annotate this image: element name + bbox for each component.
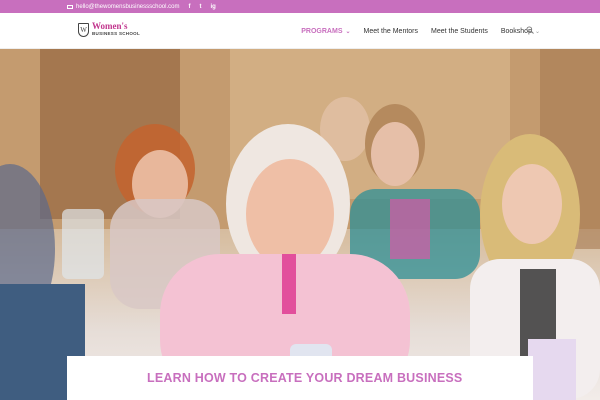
chevron-down-icon: ⌄ [345,28,351,35]
nav-item-meet-the-mentors[interactable]: Meet the Mentors [364,28,418,35]
search-icon[interactable] [526,26,534,34]
instagram-icon[interactable]: ig [210,4,215,10]
nav-item-bookshop[interactable]: Bookshop ⌄ [501,28,540,35]
mail-icon [67,4,73,9]
logo-subtitle: BUSINESS SCHOOL [92,31,141,36]
twitter-icon[interactable]: t [199,4,201,10]
logo-name: Women's [92,21,128,31]
hero-photo [0,49,600,400]
facebook-icon[interactable]: f [188,4,190,10]
contact-email[interactable]: hello@thewomensbusinessschool.com [76,4,179,10]
site-logo[interactable]: W Women's BUSINESS SCHOOL [78,21,141,37]
hero-banner: LEARN HOW TO CREATE YOUR DREAM BUSINESS [0,49,600,400]
hero-cta-text: LEARN HOW TO CREATE YOUR DREAM BUSINESS [147,371,463,385]
hero-cta-box[interactable]: LEARN HOW TO CREATE YOUR DREAM BUSINESS [67,356,533,400]
nav-item-programs[interactable]: PROGRAMS ⌄ [301,28,350,35]
logo-shield-icon: W [78,23,89,37]
chevron-down-icon: ⌄ [534,28,540,35]
top-bar: hello@thewomensbusinessschool.com f t ig [0,0,600,13]
site-header: W Women's BUSINESS SCHOOL PROGRAMS ⌄ Meet… [0,13,600,49]
main-nav: PROGRAMS ⌄ Meet the Mentors Meet the Stud… [288,13,540,49]
nav-item-meet-the-students[interactable]: Meet the Students [431,28,488,35]
